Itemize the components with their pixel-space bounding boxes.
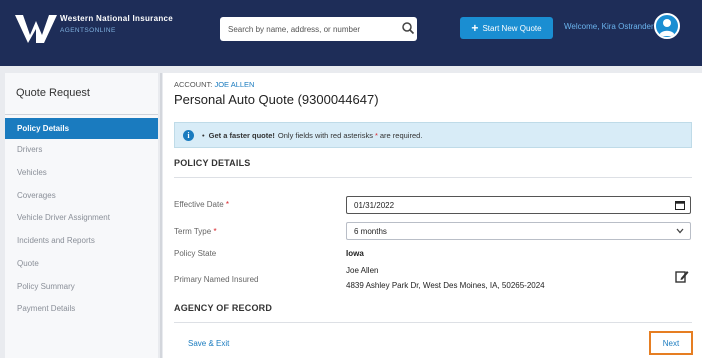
start-new-quote-label: Start New Quote — [482, 23, 542, 33]
brand-name: Western National Insurance — [60, 14, 174, 23]
section-divider — [174, 177, 692, 178]
search-input[interactable] — [220, 17, 417, 41]
save-and-exit-link[interactable]: Save & Exit — [188, 339, 229, 348]
brand-subtitle: AGENTSONLINE — [60, 27, 116, 34]
banner-strong-text: Get a faster quote! — [208, 130, 275, 140]
page-title: Personal Auto Quote (9300044647) — [174, 92, 379, 107]
account-breadcrumb: ACCOUNT: JOE ALLEN — [174, 80, 254, 89]
next-button[interactable]: Next — [649, 331, 693, 355]
edit-icon[interactable] — [675, 269, 689, 283]
effective-date-label-text: Effective Date — [174, 200, 224, 209]
primary-insured-address: 4839 Ashley Park Dr, West Des Moines, IA… — [346, 281, 545, 290]
company-logo-icon[interactable] — [15, 11, 57, 45]
start-new-quote-button[interactable]: + Start New Quote — [460, 17, 553, 39]
effective-date-field[interactable]: 01/31/2022 — [346, 196, 691, 214]
sidebar-item-vehicle-driver-assignment[interactable]: Vehicle Driver Assignment — [5, 207, 158, 228]
required-star: * — [225, 200, 230, 209]
info-icon: i — [183, 129, 194, 141]
primary-insured-label: Primary Named Insured — [174, 275, 259, 284]
account-name-link[interactable]: JOE ALLEN — [214, 80, 254, 89]
policy-state-value: Iowa — [346, 249, 364, 258]
info-banner: i • Get a faster quote! Only fields with… — [174, 122, 692, 148]
effective-date-value: 01/31/2022 — [354, 200, 395, 210]
banner-required-star: * — [374, 130, 378, 140]
account-label: ACCOUNT: — [174, 80, 213, 89]
sidebar-item-payment-details[interactable]: Payment Details — [5, 298, 158, 319]
sidebar-item-quote[interactable]: Quote — [5, 253, 158, 274]
chevron-down-icon — [676, 228, 684, 234]
policy-state-label: Policy State — [174, 249, 217, 258]
sidebar-item-drivers[interactable]: Drivers — [5, 139, 158, 160]
main-content: ACCOUNT: JOE ALLEN Personal Auto Quote (… — [163, 73, 702, 358]
user-avatar-icon[interactable] — [654, 13, 680, 39]
term-type-label: Term Type * — [174, 227, 217, 236]
sidebar-item-coverages[interactable]: Coverages — [5, 185, 158, 206]
welcome-user-link[interactable]: Welcome, Kira Ostrander — [564, 22, 654, 31]
required-star: * — [213, 227, 217, 236]
panel-divider — [160, 73, 162, 358]
policy-details-heading: POLICY DETAILS — [174, 158, 251, 168]
term-type-label-text: Term Type — [174, 227, 212, 236]
top-header: Western National Insurance AGENTSONLINE … — [0, 0, 702, 66]
term-type-value: 6 months — [354, 226, 387, 236]
effective-date-label: Effective Date * — [174, 200, 229, 209]
agency-of-record-heading: AGENCY OF RECORD — [174, 303, 273, 313]
sidebar: Quote Request Policy Details Drivers Veh… — [5, 73, 158, 358]
search-icon[interactable] — [401, 21, 415, 35]
plus-icon: + — [471, 21, 479, 35]
sidebar-divider — [5, 114, 158, 115]
sidebar-item-policy-details[interactable]: Policy Details — [5, 118, 158, 139]
sidebar-item-policy-summary[interactable]: Policy Summary — [5, 276, 158, 297]
calendar-icon[interactable] — [675, 200, 685, 210]
sidebar-item-vehicles[interactable]: Vehicles — [5, 162, 158, 183]
footer-divider — [174, 322, 692, 323]
banner-tail-text: are required. — [379, 130, 423, 140]
sidebar-title: Quote Request — [16, 87, 90, 99]
banner-bullet: • — [202, 130, 205, 140]
banner-text: Only fields with red asterisks — [277, 130, 373, 140]
sidebar-item-incidents-and-reports[interactable]: Incidents and Reports — [5, 230, 158, 251]
term-type-select[interactable]: 6 months — [346, 222, 691, 240]
primary-insured-name: Joe Allen — [346, 266, 379, 275]
